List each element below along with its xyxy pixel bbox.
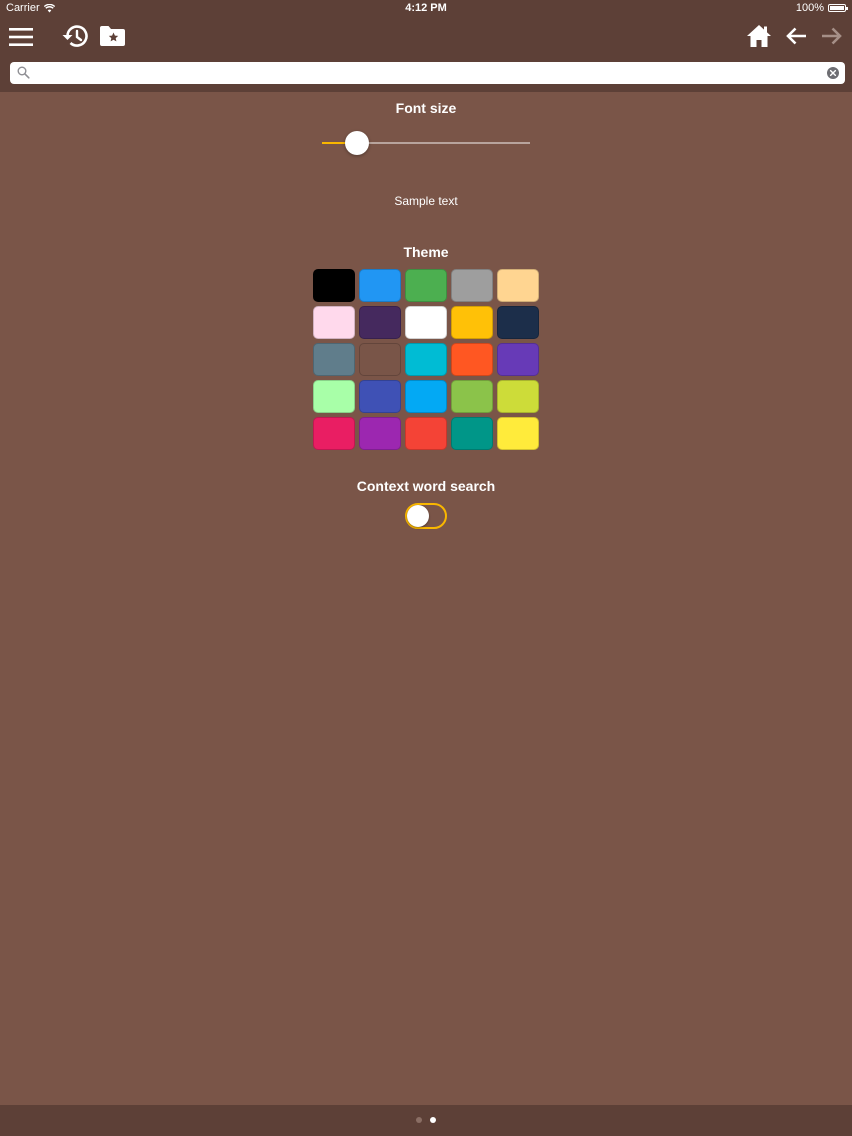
menu-button[interactable] xyxy=(6,22,36,52)
theme-swatch[interactable] xyxy=(359,269,401,302)
back-button[interactable] xyxy=(781,21,811,51)
theme-swatch[interactable] xyxy=(497,417,539,450)
theme-swatch[interactable] xyxy=(497,380,539,413)
font-size-slider-thumb[interactable] xyxy=(345,131,370,155)
page-dot[interactable] xyxy=(430,1117,436,1123)
theme-swatch[interactable] xyxy=(405,269,447,302)
theme-swatch[interactable] xyxy=(405,306,447,339)
forward-button[interactable] xyxy=(817,21,847,51)
home-icon xyxy=(747,25,771,47)
sample-text: Sample text xyxy=(394,194,458,208)
status-bar: Carrier 4:12 PM 100% xyxy=(0,0,852,18)
theme-swatch[interactable] xyxy=(359,380,401,413)
battery-percent: 100% xyxy=(795,2,824,14)
back-arrow-icon xyxy=(786,27,806,45)
theme-title: Theme xyxy=(403,244,449,260)
context-search-toggle-knob xyxy=(407,505,429,527)
bottom-bar xyxy=(0,1105,852,1136)
theme-swatch[interactable] xyxy=(451,417,493,450)
home-button[interactable] xyxy=(744,21,774,51)
theme-swatch[interactable] xyxy=(313,306,355,339)
theme-swatch[interactable] xyxy=(405,417,447,450)
history-icon xyxy=(62,25,88,47)
theme-swatch[interactable] xyxy=(497,343,539,376)
search-icon xyxy=(17,66,30,79)
battery-icon xyxy=(828,4,848,12)
history-button[interactable] xyxy=(60,21,90,51)
theme-swatch[interactable] xyxy=(313,417,355,450)
theme-color-grid xyxy=(313,269,540,450)
theme-swatch[interactable] xyxy=(451,380,493,413)
page-indicator xyxy=(0,1117,852,1123)
theme-swatch[interactable] xyxy=(405,343,447,376)
theme-swatch[interactable] xyxy=(497,269,539,302)
favorites-button[interactable] xyxy=(97,21,127,51)
search-input[interactable] xyxy=(36,62,826,84)
menu-icon xyxy=(9,28,33,46)
status-time: 4:12 PM xyxy=(405,2,447,14)
theme-swatch[interactable] xyxy=(313,343,355,376)
clear-search-icon[interactable] xyxy=(827,67,839,79)
toolbar xyxy=(0,18,852,92)
theme-swatch[interactable] xyxy=(451,269,493,302)
theme-swatch[interactable] xyxy=(451,343,493,376)
favorites-folder-icon xyxy=(99,26,125,46)
context-search-title: Context word search xyxy=(356,478,496,494)
context-search-toggle[interactable] xyxy=(405,503,447,529)
theme-swatch[interactable] xyxy=(359,343,401,376)
font-size-title: Font size xyxy=(395,100,457,116)
theme-swatch[interactable] xyxy=(405,380,447,413)
theme-swatch[interactable] xyxy=(359,306,401,339)
theme-swatch[interactable] xyxy=(359,417,401,450)
forward-arrow-icon xyxy=(822,27,842,45)
font-size-slider[interactable] xyxy=(322,131,530,155)
battery-indicator: 100% xyxy=(795,2,848,14)
theme-swatch[interactable] xyxy=(313,269,355,302)
theme-swatch[interactable] xyxy=(313,380,355,413)
theme-swatch[interactable] xyxy=(451,306,493,339)
search-bar xyxy=(10,62,845,84)
theme-swatch[interactable] xyxy=(497,306,539,339)
page-dot[interactable] xyxy=(416,1117,422,1123)
